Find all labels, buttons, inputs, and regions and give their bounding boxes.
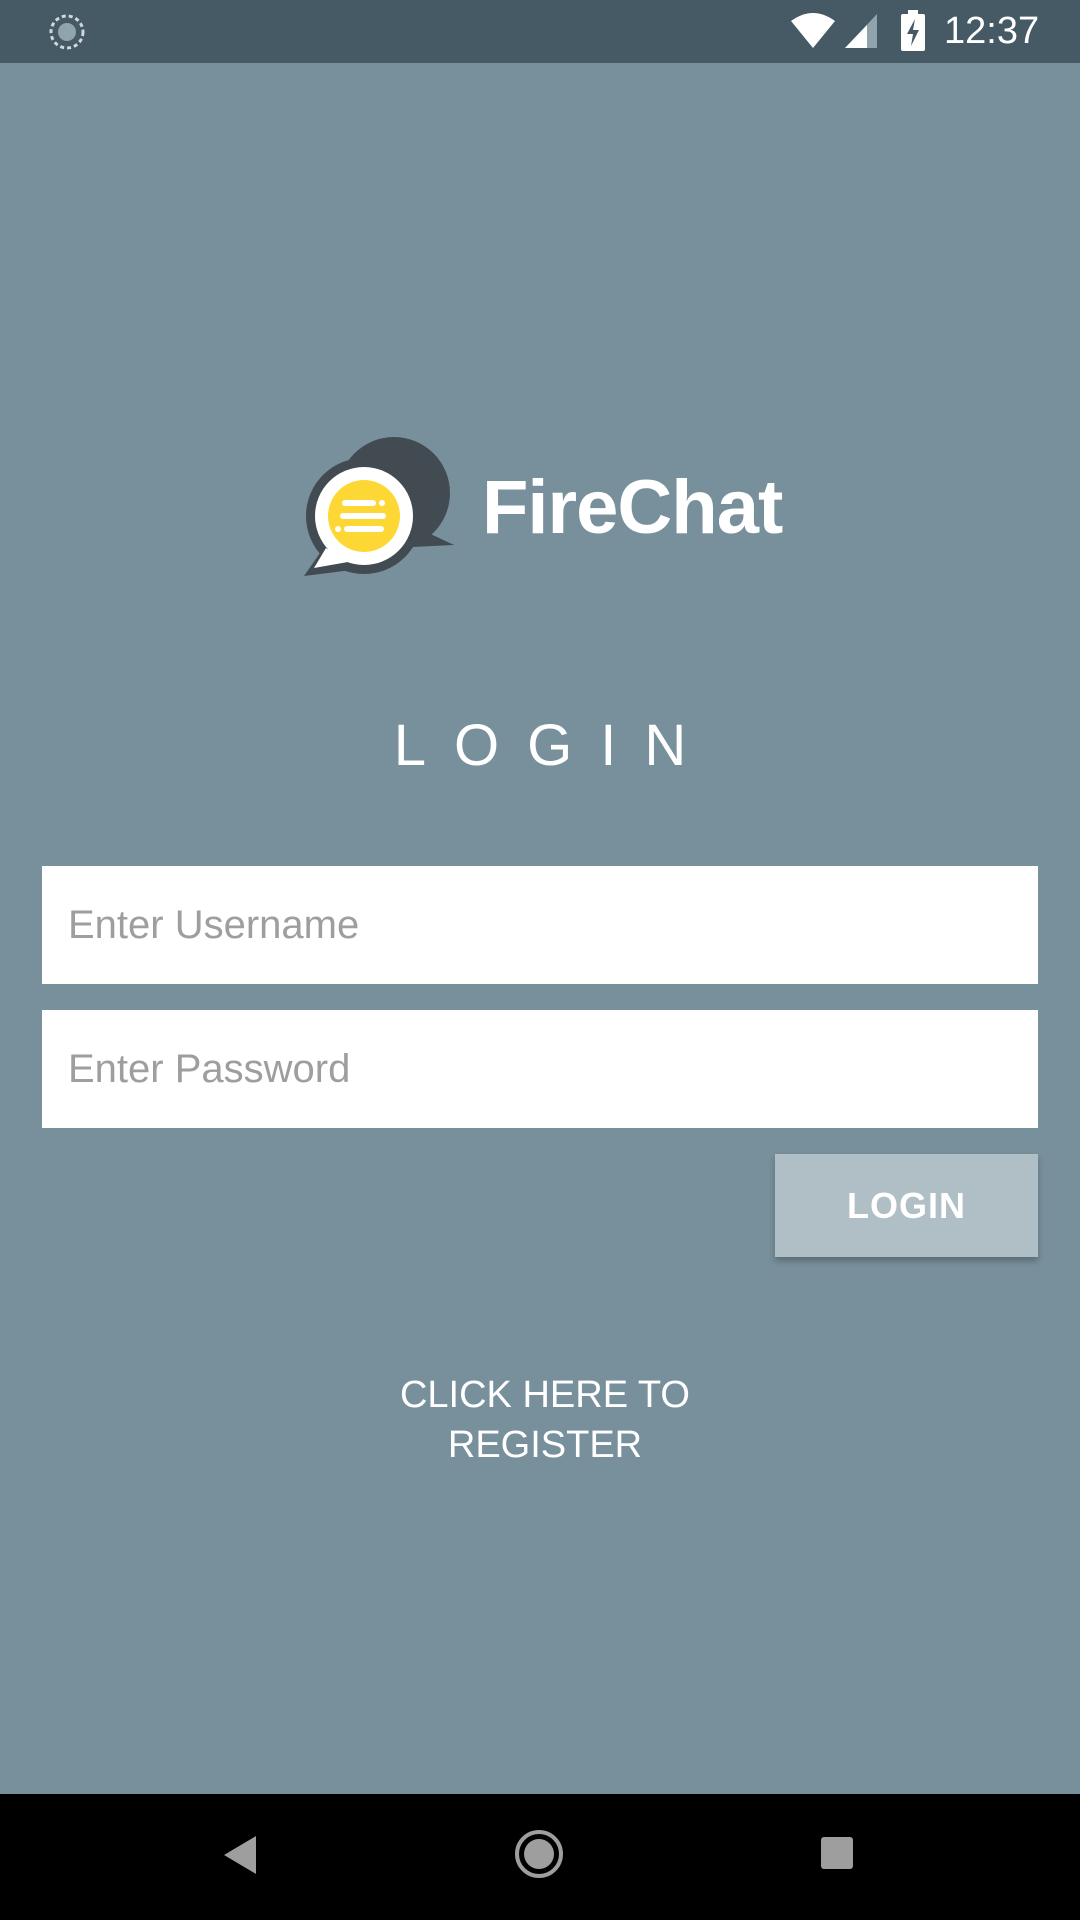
username-field[interactable] bbox=[42, 866, 1038, 984]
chat-bubbles-logo-icon bbox=[304, 437, 454, 576]
register-link[interactable]: CLICK HERE TO REGISTER bbox=[340, 1370, 750, 1470]
wifi-icon bbox=[791, 13, 835, 48]
navigation-bar bbox=[0, 1794, 1080, 1920]
sync-icon bbox=[49, 14, 85, 50]
battery-charging-icon bbox=[901, 10, 925, 51]
recents-icon[interactable] bbox=[820, 1836, 854, 1870]
register-link-line1: CLICK HERE TO bbox=[399, 1374, 690, 1416]
login-button[interactable]: LOGIN bbox=[775, 1154, 1038, 1257]
login-heading: LOGIN bbox=[393, 713, 715, 778]
status-bar: 12:37 bbox=[0, 0, 1080, 63]
app-name: FireChat bbox=[482, 465, 783, 550]
register-link-line2: REGISTER bbox=[447, 1424, 643, 1466]
status-clock: 12:37 bbox=[944, 10, 1040, 52]
home-icon[interactable] bbox=[514, 1829, 564, 1879]
password-field[interactable] bbox=[42, 1010, 1038, 1128]
back-icon[interactable] bbox=[222, 1834, 258, 1876]
login-screen: 12:37 FireChat LOGIN LOGIN CLICK HERE TO… bbox=[0, 0, 1080, 1920]
signal-icon bbox=[845, 14, 877, 48]
